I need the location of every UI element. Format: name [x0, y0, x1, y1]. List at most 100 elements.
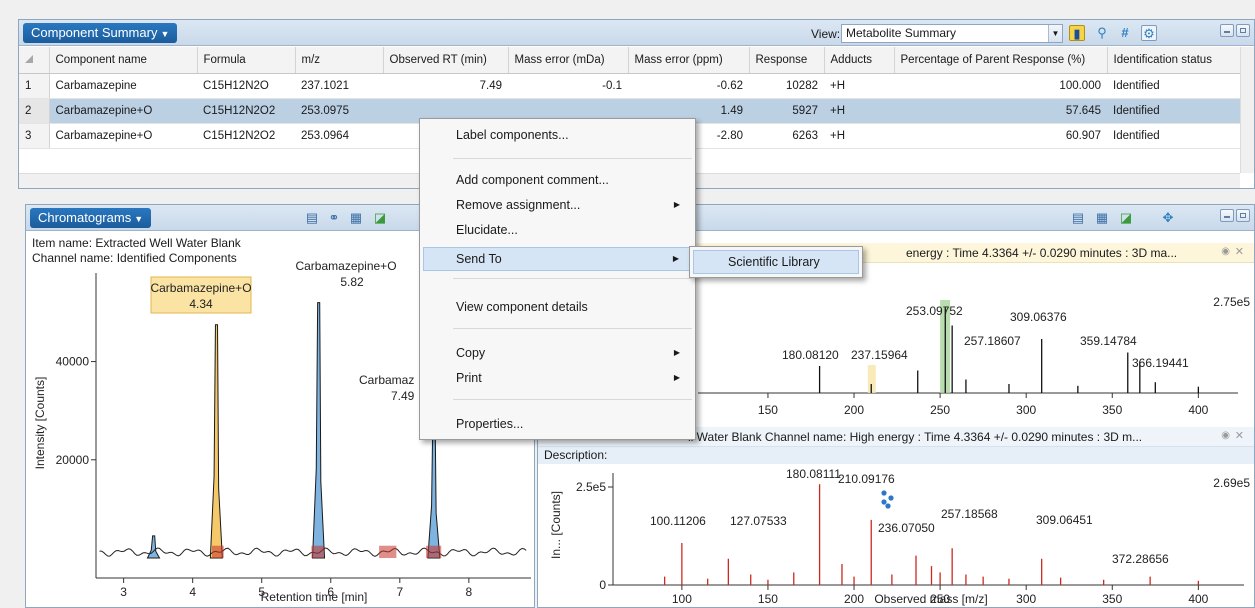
column-header-mz[interactable]: m/z — [295, 47, 384, 74]
bottom-peak-label: 100.11206 — [650, 514, 706, 528]
highlight-band — [867, 365, 876, 393]
table-vertical-scrollbar[interactable] — [1240, 47, 1254, 173]
y-tick-label: 40000 — [56, 355, 90, 369]
bottom-x-tick-label: 400 — [1188, 592, 1208, 606]
column-header-mass-error-mda[interactable]: Mass error (mDa) — [508, 47, 629, 74]
chromatograms-menu-button[interactable]: Chromatograms ▼ — [30, 208, 152, 228]
menu-item-print[interactable]: Print ▶ — [423, 366, 692, 390]
chevron-right-icon: ▶ — [673, 348, 680, 357]
column-header-formula[interactable]: Formula — [197, 47, 296, 74]
cell-status: Identified — [1107, 98, 1240, 124]
top-x-tick-label: 350 — [1102, 403, 1122, 417]
menu-item-elucidate[interactable]: Elucidate... — [423, 218, 692, 242]
cell-parent-response: 57.645 — [894, 98, 1107, 124]
hash-icon[interactable]: # — [1117, 25, 1133, 41]
top-x-tick-label: 300 — [1016, 403, 1036, 417]
bottom-y-tick-label: 2.5e5 — [576, 480, 606, 494]
column-header-response[interactable]: Response — [749, 47, 825, 74]
top-x-tick-label: 200 — [844, 403, 864, 417]
minimize-button[interactable] — [1220, 209, 1234, 222]
bottom-peak-label: 372.28656 — [1112, 552, 1169, 566]
pin-icon[interactable]: ◉ — [1221, 430, 1230, 441]
cell-ppm: -0.62 — [628, 73, 749, 99]
maximize-button[interactable] — [1236, 24, 1250, 37]
cell-response: 10282 — [749, 73, 824, 99]
table-icon[interactable]: ▦ — [1094, 210, 1110, 226]
context-menu: Label components... Add component commen… — [419, 118, 696, 440]
bottom-x-axis-label: Observed mass [m/z] — [874, 592, 987, 606]
description-label: Description: — [544, 448, 608, 462]
view-select[interactable]: Metabolite Summary ▼ — [841, 24, 1063, 43]
table-row[interactable]: 1 Carbamazepine C15H12N2O 237.1021 7.49 … — [19, 73, 1240, 99]
column-header-name[interactable]: Component name — [49, 47, 198, 74]
bottom-peak-label: 309.06451 — [1036, 513, 1093, 527]
menu-item-properties[interactable]: Properties... — [423, 412, 692, 436]
bottom-max-label: 2.69e5 — [1213, 476, 1250, 490]
top-peak-label: 253.09752 — [906, 304, 963, 318]
bottom-x-tick-label: 200 — [844, 592, 864, 606]
peak-label-name: Carbamazepine+O — [150, 281, 251, 295]
menu-item-copy[interactable]: Copy ▶ — [423, 341, 692, 365]
chromatogram-peak — [146, 535, 161, 559]
bottom-peak-label: 236.07050 — [878, 521, 935, 535]
cell-adducts: +H — [824, 98, 894, 124]
menu-item-remove-assignment[interactable]: Remove assignment... ▶ — [423, 193, 692, 217]
molecule-icon[interactable]: ⚲ — [1094, 25, 1110, 41]
pin-icon[interactable]: ◉ — [1221, 246, 1230, 257]
close-icon[interactable]: ✕ — [1235, 429, 1244, 442]
chevron-down-icon: ▼ — [160, 29, 170, 39]
x-axis-label: Retention time [min] — [261, 590, 368, 604]
chart-options-icon[interactable]: ▤ — [1070, 210, 1086, 226]
red-noise-mark — [426, 545, 442, 558]
menu-item-view-details[interactable]: View component details — [423, 295, 692, 319]
top-peak-label: 257.18607 — [964, 334, 1021, 348]
cell-adducts: +H — [824, 123, 894, 149]
menu-separator — [453, 278, 692, 279]
close-icon[interactable]: ✕ — [1235, 245, 1244, 258]
component-summary-menu-button[interactable]: Component Summary ▼ — [23, 23, 178, 43]
description-bar: Description: — [538, 447, 1254, 464]
menu-item-send-to[interactable]: Send To ▶ — [423, 247, 692, 271]
column-header-mass-error-ppm[interactable]: Mass error (ppm) — [628, 47, 750, 74]
move-icon[interactable]: ✥ — [1160, 210, 1176, 226]
fragment-structure-icon — [888, 495, 894, 501]
peak-label-name: Carbamazepine+O — [295, 259, 396, 273]
table-icon[interactable]: ▦ — [348, 210, 364, 226]
cell-status: Identified — [1107, 73, 1240, 99]
chromatogram-peak — [209, 324, 223, 559]
row-number-header — [19, 47, 50, 74]
minimize-button[interactable] — [1220, 24, 1234, 37]
peak-label-rt: 7.49 — [391, 389, 415, 403]
top-max-label: 2.75e5 — [1213, 295, 1250, 309]
column-header-adducts[interactable]: Adducts — [824, 47, 895, 74]
menu-item-label-components[interactable]: Label components... — [423, 123, 692, 147]
settings-icon[interactable]: ⚙ — [1141, 25, 1157, 41]
chevron-right-icon: ▶ — [673, 373, 680, 382]
column-header-parent-response[interactable]: Percentage of Parent Response (%) — [894, 47, 1108, 74]
x-tick-label: 4 — [189, 585, 196, 599]
export-icon[interactable]: ◪ — [1118, 210, 1134, 226]
link-icon[interactable]: ⚭ — [326, 210, 342, 226]
column-header-identification[interactable]: Identification status — [1107, 47, 1241, 74]
chevron-right-icon: ▶ — [672, 254, 679, 263]
y-tick-label: 20000 — [56, 453, 90, 467]
cell-formula: C15H12N2O2 — [197, 123, 295, 149]
cell-rt: 7.49 — [383, 73, 508, 99]
menu-separator — [453, 158, 692, 159]
chevron-right-icon: ▶ — [673, 200, 680, 209]
table-header-row: Component name Formula m/z Observed RT (… — [19, 47, 1241, 74]
top-peak-label: 309.06376 — [1010, 310, 1067, 324]
chart-options-icon[interactable]: ▤ — [304, 210, 320, 226]
cell-status: Identified — [1107, 123, 1240, 149]
send-to-submenu: Scientific Library — [689, 246, 863, 278]
fragment-structure-icon — [881, 490, 887, 496]
maximize-button[interactable] — [1236, 209, 1250, 222]
menu-item-scientific-library[interactable]: Scientific Library — [693, 250, 859, 274]
export-icon[interactable]: ◪ — [372, 210, 388, 226]
column-header-rt[interactable]: Observed RT (min) — [383, 47, 509, 74]
test-tube-icon[interactable]: ▮ — [1069, 25, 1085, 41]
fragment-structure-icon — [885, 503, 891, 509]
cell-response: 6263 — [749, 123, 824, 149]
menu-item-add-comment[interactable]: Add component comment... — [423, 168, 692, 192]
window-buttons — [1220, 24, 1250, 37]
